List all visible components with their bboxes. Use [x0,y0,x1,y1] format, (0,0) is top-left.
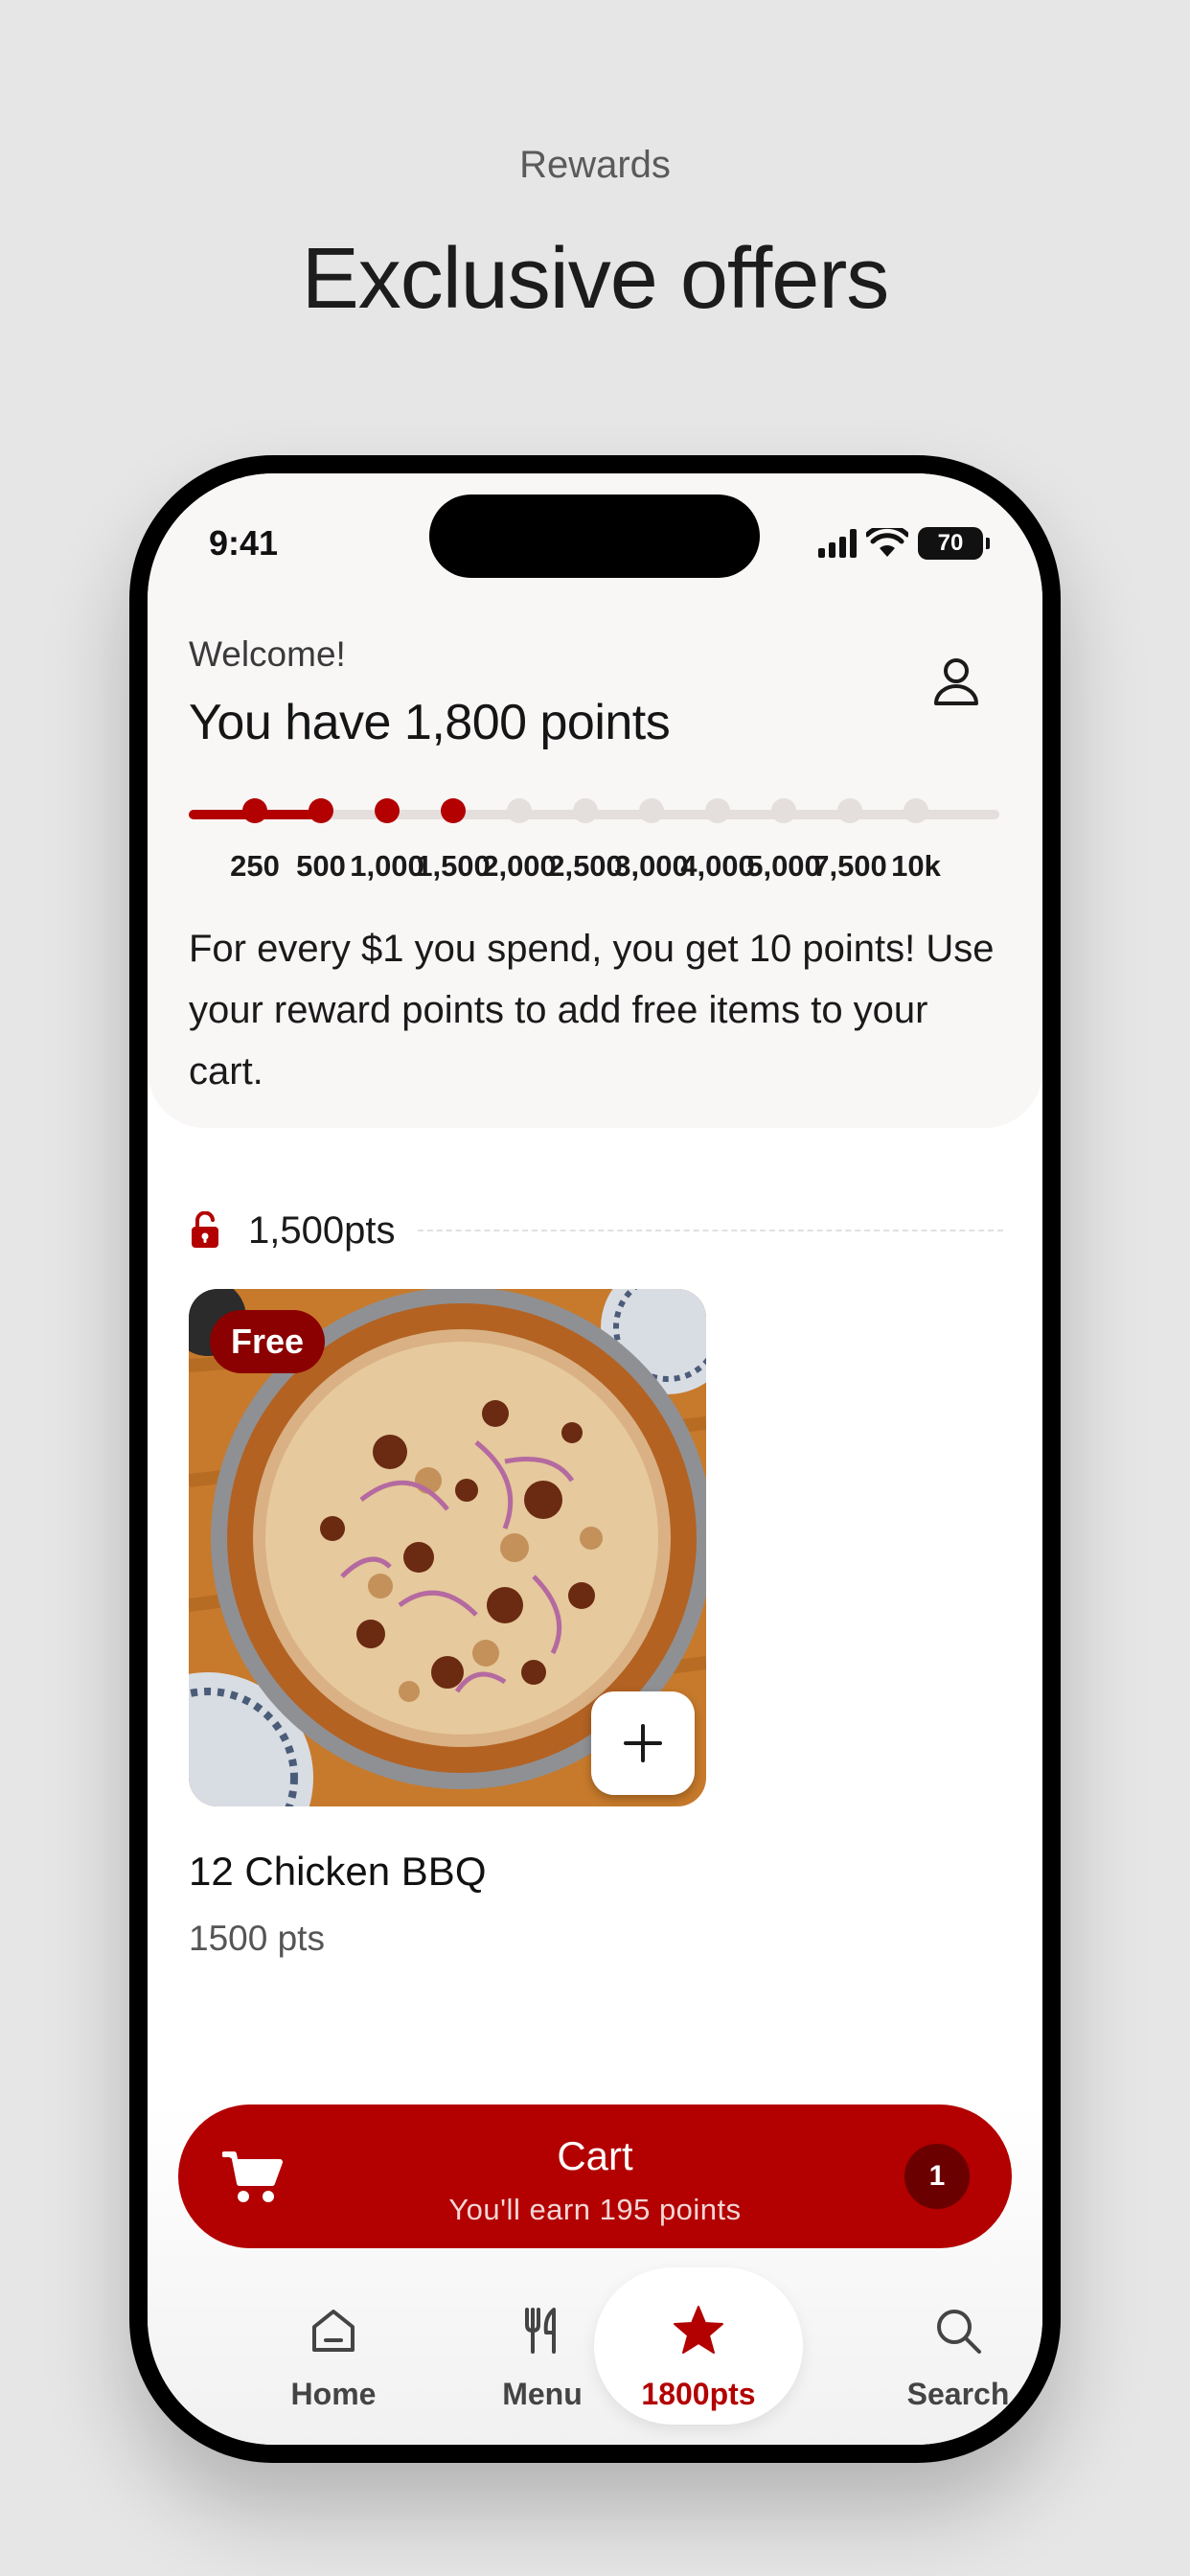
tab-bar: Home Menu 1800pts Search [148,2267,1042,2438]
fork-knife-icon [525,2308,556,2354]
search-icon [937,2310,981,2354]
milestone-label: 250 [230,849,280,883]
milestone-label: 7,500 [812,849,887,883]
points-headline: You have 1,800 points [189,695,671,750]
profile-icon[interactable] [927,652,985,709]
cellular-signal-icon [818,529,857,558]
reward-item-points: 1500 pts [189,1919,325,1958]
free-badge: Free [210,1310,326,1373]
milestone-dot [639,798,664,823]
cart-count-badge: 1 [904,2144,970,2209]
milestone-dot [573,798,598,823]
milestone-dot [837,798,862,823]
tab-search[interactable]: Search [862,2275,1042,2438]
lock-open-icon [192,1211,218,1248]
cart-title: Cart [557,2133,633,2178]
milestone-label: 500 [296,849,346,883]
tab-home-label: Home [290,2377,377,2411]
plus-icon [624,1724,662,1762]
tier-header: 1,500pts [189,1202,1003,1259]
milestone-dot [309,798,333,823]
battery-icon: 70 [918,527,990,560]
milestone-label: 4,000 [680,849,755,883]
milestone-label: 10k [891,849,941,883]
tab-rewards[interactable]: 1800pts [594,2267,803,2425]
wifi-icon [866,528,908,557]
rewards-info-text: For every $1 you spend, you get 10 point… [189,928,995,1092]
reward-item-image[interactable]: Free [189,1289,706,1806]
milestone-dot [705,798,730,823]
milestone-dot [242,798,267,823]
milestone-dot [441,798,466,823]
rewards-header-panel: 9:41 70 Welcome! You have 1,800 points F… [148,473,1042,1128]
cart-earn-points: You'll earn 195 points [448,2193,742,2226]
milestone-label: 5,000 [746,849,821,883]
milestone-label: 3,000 [614,849,689,883]
milestone-dot [904,798,928,823]
phone-frame: 9:41 70 Welcome! You have 1,800 points F… [129,455,1061,2463]
tab-home[interactable]: Home [238,2275,429,2438]
tab-search-label: Search [906,2377,1010,2411]
milestone-label: 1,500 [416,849,491,883]
welcome-text: Welcome! [189,634,346,674]
milestone-dot [771,798,796,823]
milestone-label: 2,500 [548,849,623,883]
home-icon [312,2310,355,2352]
milestone-label: 2,000 [482,849,557,883]
milestone-dot [375,798,400,823]
tier-divider [418,1230,1003,1231]
promo-title: Exclusive offers [301,231,890,327]
cart-button[interactable]: Cart You'll earn 195 points 1 [178,2104,1012,2248]
status-indicators: 70 [818,527,990,560]
promo-subtitle: Rewards [519,144,671,186]
star-icon [674,2306,723,2354]
add-to-cart-button[interactable] [591,1691,695,1795]
app-screen: 9:41 70 Welcome! You have 1,800 points F… [148,473,1042,2445]
reward-item-name[interactable]: 12 Chicken BBQ [189,1849,487,1895]
tab-rewards-label: 1800pts [641,2377,756,2411]
tier-label: 1,500pts [248,1208,396,1252]
dynamic-island [429,494,760,578]
milestone-label: 1,000 [350,849,424,883]
milestone-dot [507,798,532,823]
status-time: 9:41 [209,523,279,563]
